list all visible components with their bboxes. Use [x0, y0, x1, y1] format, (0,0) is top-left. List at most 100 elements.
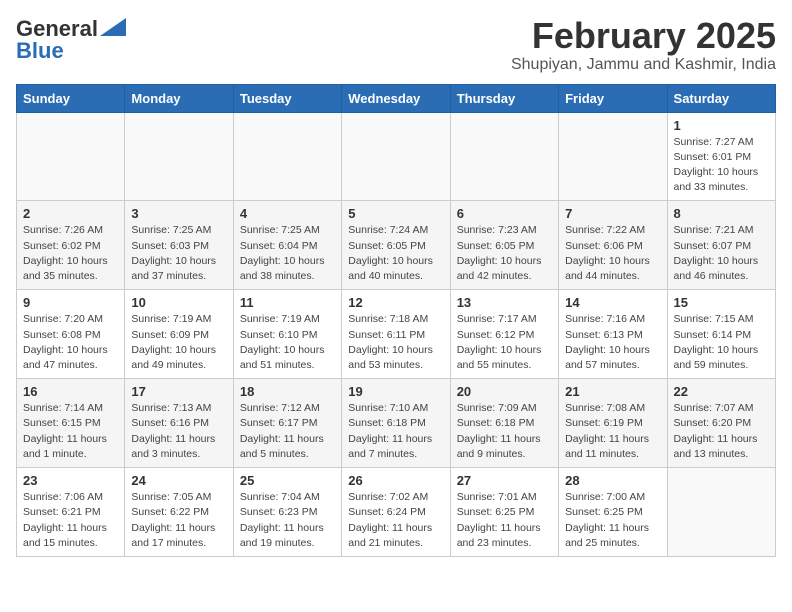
day-info: Sunrise: 7:01 AM Sunset: 6:25 PM Dayligh… — [457, 490, 552, 551]
day-number: 27 — [457, 473, 552, 488]
day-number: 7 — [565, 206, 660, 221]
calendar-cell: 27 Sunrise: 7:01 AM Sunset: 6:25 PM Dayli… — [450, 468, 558, 557]
calendar-cell: 18 Sunrise: 7:12 AM Sunset: 6:17 PM Dayli… — [233, 379, 341, 468]
weekday-header-sunday: Sunday — [17, 84, 125, 112]
calendar-week-row: 1 Sunrise: 7:27 AM Sunset: 6:01 PM Daylig… — [17, 112, 776, 201]
day-number: 11 — [240, 295, 335, 310]
day-number: 3 — [131, 206, 226, 221]
day-info: Sunrise: 7:17 AM Sunset: 6:12 PM Dayligh… — [457, 312, 552, 373]
day-info: Sunrise: 7:20 AM Sunset: 6:08 PM Dayligh… — [23, 312, 118, 373]
weekday-header-wednesday: Wednesday — [342, 84, 450, 112]
day-info: Sunrise: 7:00 AM Sunset: 6:25 PM Dayligh… — [565, 490, 660, 551]
day-info: Sunrise: 7:06 AM Sunset: 6:21 PM Dayligh… — [23, 490, 118, 551]
calendar-cell: 15 Sunrise: 7:15 AM Sunset: 6:14 PM Dayli… — [667, 290, 775, 379]
weekday-header-tuesday: Tuesday — [233, 84, 341, 112]
month-year-title: February 2025 — [511, 16, 776, 56]
calendar-cell — [125, 112, 233, 201]
day-number: 16 — [23, 384, 118, 399]
calendar-cell: 16 Sunrise: 7:14 AM Sunset: 6:15 PM Dayli… — [17, 379, 125, 468]
calendar-cell: 9 Sunrise: 7:20 AM Sunset: 6:08 PM Daylig… — [17, 290, 125, 379]
calendar-cell: 28 Sunrise: 7:00 AM Sunset: 6:25 PM Dayli… — [559, 468, 667, 557]
calendar-cell: 4 Sunrise: 7:25 AM Sunset: 6:04 PM Daylig… — [233, 201, 341, 290]
calendar-table: SundayMondayTuesdayWednesdayThursdayFrid… — [16, 84, 776, 557]
day-number: 8 — [674, 206, 769, 221]
calendar-cell: 10 Sunrise: 7:19 AM Sunset: 6:09 PM Dayli… — [125, 290, 233, 379]
calendar-cell — [667, 468, 775, 557]
calendar-cell: 2 Sunrise: 7:26 AM Sunset: 6:02 PM Daylig… — [17, 201, 125, 290]
location-subtitle: Shupiyan, Jammu and Kashmir, India — [511, 56, 776, 74]
calendar-cell: 22 Sunrise: 7:07 AM Sunset: 6:20 PM Dayli… — [667, 379, 775, 468]
day-info: Sunrise: 7:07 AM Sunset: 6:20 PM Dayligh… — [674, 401, 769, 462]
day-info: Sunrise: 7:09 AM Sunset: 6:18 PM Dayligh… — [457, 401, 552, 462]
day-number: 4 — [240, 206, 335, 221]
day-number: 20 — [457, 384, 552, 399]
day-number: 1 — [674, 118, 769, 133]
logo: General Blue — [16, 16, 126, 64]
calendar-cell — [559, 112, 667, 201]
day-number: 12 — [348, 295, 443, 310]
day-number: 9 — [23, 295, 118, 310]
day-info: Sunrise: 7:16 AM Sunset: 6:13 PM Dayligh… — [565, 312, 660, 373]
day-info: Sunrise: 7:25 AM Sunset: 6:03 PM Dayligh… — [131, 223, 226, 284]
calendar-cell — [233, 112, 341, 201]
calendar-cell: 17Sunrise: 7:13 AM Sunset: 6:16 PM Dayli… — [125, 379, 233, 468]
day-number: 21 — [565, 384, 660, 399]
day-number: 19 — [348, 384, 443, 399]
calendar-cell: 26Sunrise: 7:02 AM Sunset: 6:24 PM Dayli… — [342, 468, 450, 557]
day-info: Sunrise: 7:26 AM Sunset: 6:02 PM Dayligh… — [23, 223, 118, 284]
calendar-cell: 20 Sunrise: 7:09 AM Sunset: 6:18 PM Dayli… — [450, 379, 558, 468]
weekday-header-thursday: Thursday — [450, 84, 558, 112]
calendar-cell — [342, 112, 450, 201]
logo-icon — [100, 18, 126, 36]
calendar-cell: 23Sunrise: 7:06 AM Sunset: 6:21 PM Dayli… — [17, 468, 125, 557]
day-info: Sunrise: 7:24 AM Sunset: 6:05 PM Dayligh… — [348, 223, 443, 284]
day-info: Sunrise: 7:19 AM Sunset: 6:10 PM Dayligh… — [240, 312, 335, 373]
calendar-cell: 7Sunrise: 7:22 AM Sunset: 6:06 PM Daylig… — [559, 201, 667, 290]
calendar-cell: 3 Sunrise: 7:25 AM Sunset: 6:03 PM Daylig… — [125, 201, 233, 290]
logo-blue-text: Blue — [16, 38, 64, 64]
day-info: Sunrise: 7:13 AM Sunset: 6:16 PM Dayligh… — [131, 401, 226, 462]
day-number: 14 — [565, 295, 660, 310]
day-info: Sunrise: 7:14 AM Sunset: 6:15 PM Dayligh… — [23, 401, 118, 462]
title-section: February 2025 Shupiyan, Jammu and Kashmi… — [511, 16, 776, 74]
day-info: Sunrise: 7:23 AM Sunset: 6:05 PM Dayligh… — [457, 223, 552, 284]
day-info: Sunrise: 7:15 AM Sunset: 6:14 PM Dayligh… — [674, 312, 769, 373]
calendar-cell: 24Sunrise: 7:05 AM Sunset: 6:22 PM Dayli… — [125, 468, 233, 557]
weekday-header-friday: Friday — [559, 84, 667, 112]
day-number: 2 — [23, 206, 118, 221]
day-number: 15 — [674, 295, 769, 310]
calendar-cell: 25 Sunrise: 7:04 AM Sunset: 6:23 PM Dayli… — [233, 468, 341, 557]
calendar-week-row: 2 Sunrise: 7:26 AM Sunset: 6:02 PM Daylig… — [17, 201, 776, 290]
page-header: General Blue February 2025 Shupiyan, Jam… — [16, 16, 776, 74]
day-info: Sunrise: 7:27 AM Sunset: 6:01 PM Dayligh… — [674, 135, 769, 196]
calendar-week-row: 23Sunrise: 7:06 AM Sunset: 6:21 PM Dayli… — [17, 468, 776, 557]
day-info: Sunrise: 7:05 AM Sunset: 6:22 PM Dayligh… — [131, 490, 226, 551]
day-number: 10 — [131, 295, 226, 310]
day-number: 22 — [674, 384, 769, 399]
day-number: 5 — [348, 206, 443, 221]
day-number: 28 — [565, 473, 660, 488]
weekday-header-saturday: Saturday — [667, 84, 775, 112]
day-number: 18 — [240, 384, 335, 399]
day-info: Sunrise: 7:12 AM Sunset: 6:17 PM Dayligh… — [240, 401, 335, 462]
calendar-week-row: 16 Sunrise: 7:14 AM Sunset: 6:15 PM Dayli… — [17, 379, 776, 468]
day-number: 25 — [240, 473, 335, 488]
calendar-cell: 12 Sunrise: 7:18 AM Sunset: 6:11 PM Dayli… — [342, 290, 450, 379]
day-info: Sunrise: 7:02 AM Sunset: 6:24 PM Dayligh… — [348, 490, 443, 551]
calendar-cell: 14 Sunrise: 7:16 AM Sunset: 6:13 PM Dayli… — [559, 290, 667, 379]
day-info: Sunrise: 7:19 AM Sunset: 6:09 PM Dayligh… — [131, 312, 226, 373]
day-number: 6 — [457, 206, 552, 221]
calendar-header-row: SundayMondayTuesdayWednesdayThursdayFrid… — [17, 84, 776, 112]
day-info: Sunrise: 7:25 AM Sunset: 6:04 PM Dayligh… — [240, 223, 335, 284]
calendar-cell: 6 Sunrise: 7:23 AM Sunset: 6:05 PM Daylig… — [450, 201, 558, 290]
calendar-cell: 13 Sunrise: 7:17 AM Sunset: 6:12 PM Dayli… — [450, 290, 558, 379]
day-info: Sunrise: 7:04 AM Sunset: 6:23 PM Dayligh… — [240, 490, 335, 551]
calendar-cell — [17, 112, 125, 201]
calendar-cell: 19Sunrise: 7:10 AM Sunset: 6:18 PM Dayli… — [342, 379, 450, 468]
calendar-cell: 8 Sunrise: 7:21 AM Sunset: 6:07 PM Daylig… — [667, 201, 775, 290]
day-info: Sunrise: 7:21 AM Sunset: 6:07 PM Dayligh… — [674, 223, 769, 284]
calendar-cell: 21Sunrise: 7:08 AM Sunset: 6:19 PM Dayli… — [559, 379, 667, 468]
day-info: Sunrise: 7:18 AM Sunset: 6:11 PM Dayligh… — [348, 312, 443, 373]
day-number: 13 — [457, 295, 552, 310]
calendar-cell — [450, 112, 558, 201]
